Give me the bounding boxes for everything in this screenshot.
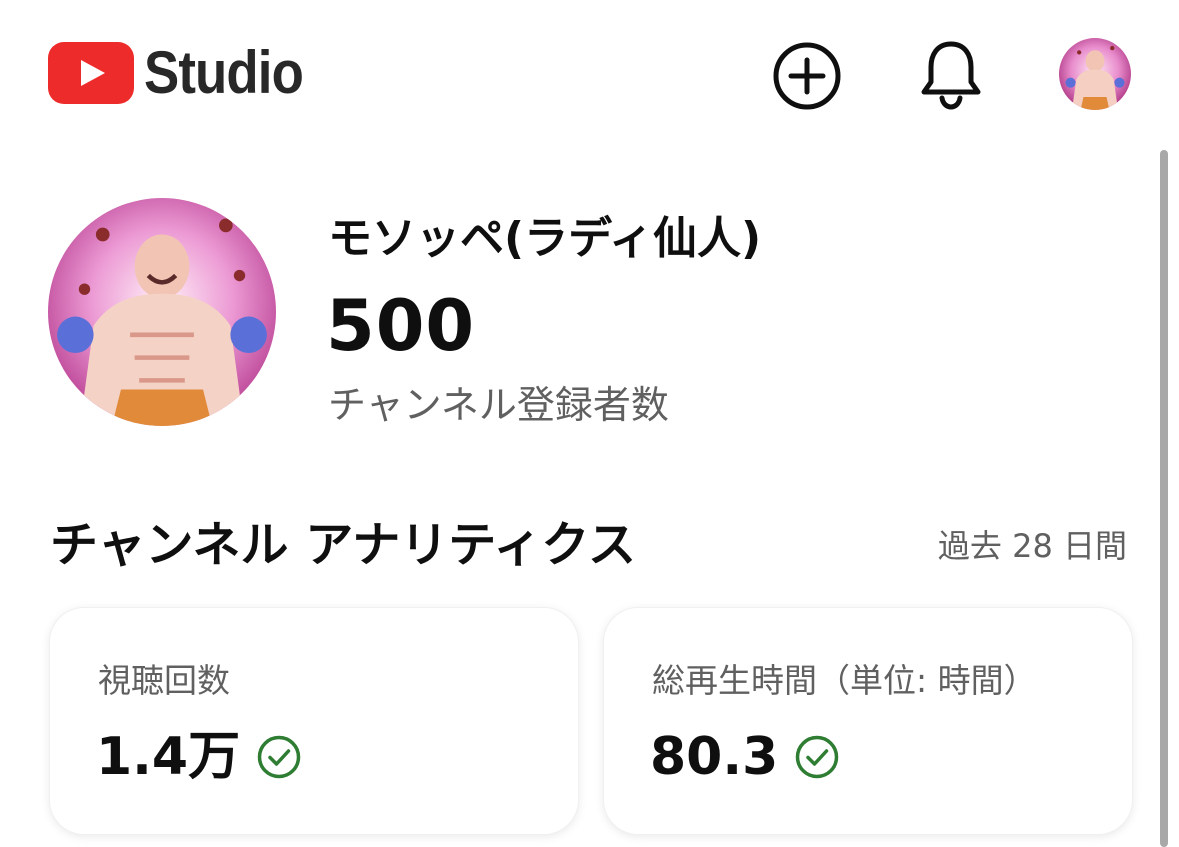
avatar bbox=[48, 198, 276, 426]
studio-logo[interactable]: Studio bbox=[48, 40, 325, 106]
account-avatar[interactable] bbox=[1059, 38, 1131, 110]
create-button[interactable] bbox=[772, 41, 842, 111]
watch-time-label: 総再生時間（単位: 時間） bbox=[652, 661, 1037, 700]
subscriber-count: 500 bbox=[326, 285, 476, 367]
channel-avatar[interactable] bbox=[48, 198, 276, 426]
analytics-period: 過去 28 日間 bbox=[937, 527, 1127, 565]
studio-home: Studio モソッペ(ラディ仙人) 500 チャンネル登録者数 チャンネル ア… bbox=[0, 0, 1179, 847]
watch-time-value-row: 80.3 bbox=[650, 724, 840, 790]
notifications-button[interactable] bbox=[918, 38, 984, 110]
channel-name: モソッペ(ラディ仙人) bbox=[328, 213, 762, 264]
bell-icon bbox=[921, 41, 981, 110]
youtube-play-icon bbox=[48, 42, 134, 104]
avatar bbox=[1059, 38, 1131, 110]
views-card[interactable]: 視聴回数 1.4万 bbox=[50, 608, 578, 834]
watch-time-card[interactable]: 総再生時間（単位: 時間） 80.3 bbox=[604, 608, 1132, 834]
check-circle-icon bbox=[256, 734, 302, 780]
create-plus-icon bbox=[773, 42, 841, 110]
check-circle-icon bbox=[794, 734, 840, 780]
analytics-title: チャンネル アナリティクス bbox=[50, 517, 636, 573]
views-value: 1.4万 bbox=[96, 727, 241, 787]
views-label: 視聴回数 bbox=[98, 661, 230, 700]
app-header: Studio bbox=[0, 0, 1179, 150]
scrollbar[interactable] bbox=[1160, 150, 1168, 847]
subscriber-label: チャンネル登録者数 bbox=[328, 383, 669, 427]
logo-text: Studio bbox=[144, 39, 304, 106]
views-value-row: 1.4万 bbox=[96, 724, 302, 790]
watch-time-value: 80.3 bbox=[650, 727, 779, 787]
